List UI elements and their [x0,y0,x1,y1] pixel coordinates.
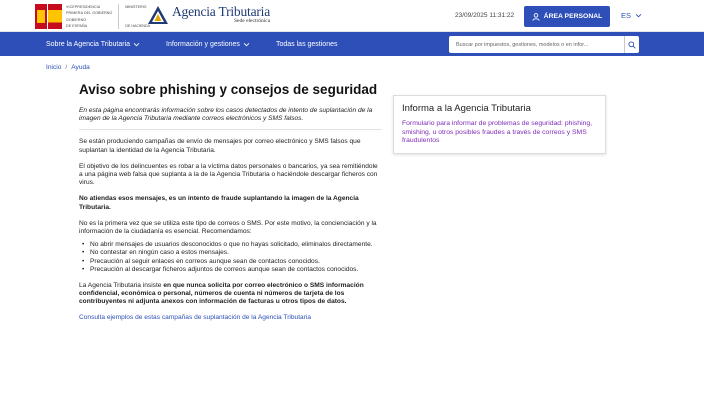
report-card: Informa a la Agencia Tributaria Formular… [393,95,606,154]
agencia-tributaria-logo[interactable]: Agencia Tributaria Sede electrónica [147,5,270,25]
page-title: Aviso sobre phishing y consejos de segur… [79,82,378,97]
date-time: 23/09/2025 11:31:22 [455,12,515,19]
gov-line: Gobierno [66,17,87,22]
user-icon [532,12,540,21]
breadcrumb-current-link[interactable]: Ayuda [71,64,90,71]
nav-label: Todas las gestiones [276,40,338,48]
recommendations-list: No abrir mensajes de usuarios desconocid… [79,241,379,274]
search-input[interactable] [449,36,624,53]
list-item: No abrir mensajes de usuarios desconocid… [82,241,379,249]
search-bar [449,36,639,53]
warning-text: No atiendas esos mensajes, es un intento… [79,195,359,211]
spain-flag-icon [48,4,62,29]
paragraph-start: La Agencia Tributaria insiste [79,282,164,290]
warning-paragraph: No atiendas esos mensajes, es un intento… [79,195,379,211]
agency-name: Agencia Tributaria [172,4,271,19]
nav-label: Información y gestiones [166,40,240,48]
chevron-down-icon [243,41,250,48]
paragraph: La Agencia Tributaria insiste en que nun… [79,282,379,307]
report-form-link[interactable]: Formulario para informar de problemas de… [402,120,597,146]
personal-area-button[interactable]: ÁREA PERSONAL [524,6,610,27]
nav-label: Sobre la Agencia Tributaria [46,40,131,48]
agency-subtitle: Sede electrónica [234,18,271,24]
search-icon [628,36,636,54]
paragraph: El objetivo de los delincuentes es robar… [79,162,378,187]
language-selector[interactable]: ES [621,11,642,20]
agency-logo-icon [147,5,169,25]
search-button[interactable] [624,36,639,53]
paragraph: No es la primera vez que se utiliza este… [79,219,377,236]
examples-link[interactable]: Consulta ejemplos de estas campañas de s… [79,314,379,321]
top-header: Vicepresidencia Primera del Gobierno Gob… [0,0,704,32]
nav-item-sobre-agencia[interactable]: Sobre la Agencia Tributaria [46,32,140,56]
personal-area-label: ÁREA PERSONAL [543,13,603,20]
language-label: ES [621,11,632,20]
coat-of-arms-icon [35,4,47,29]
chevron-down-icon [133,41,140,48]
paragraph: Se están produciendo campañas de envío d… [79,138,361,154]
chevron-down-icon [635,12,642,19]
card-title: Informa a la Agencia Tributaria [402,103,531,114]
nav-item-todas-gestiones[interactable]: Todas las gestiones [276,32,337,56]
gov-line: de España [66,23,88,28]
intro-text: En esta página encontrarás información s… [79,107,382,131]
list-item: Precaución al descargar ficheros adjunto… [82,266,379,274]
list-item: No contestar en ningún caso a estos mens… [82,249,379,257]
breadcrumb: Inicio / Ayuda [46,64,90,71]
breadcrumb-separator: / [65,64,68,71]
gov-line: Primera del Gobierno [66,11,113,16]
gov-line: Vicepresidencia [66,5,101,9]
gov-text: Vicepresidencia Primera del Gobierno Gob… [66,4,112,29]
government-logo[interactable]: Vicepresidencia Primera del Gobierno Gob… [35,4,150,29]
list-item: Precaución al seguir enlaces en correos … [82,258,379,266]
main-content: Aviso sobre phishing y consejos de segur… [79,82,382,321]
breadcrumb-home-link[interactable]: Inicio [46,64,61,71]
nav-item-informacion-gestiones[interactable]: Información y gestiones [166,32,250,56]
divider [118,4,120,29]
